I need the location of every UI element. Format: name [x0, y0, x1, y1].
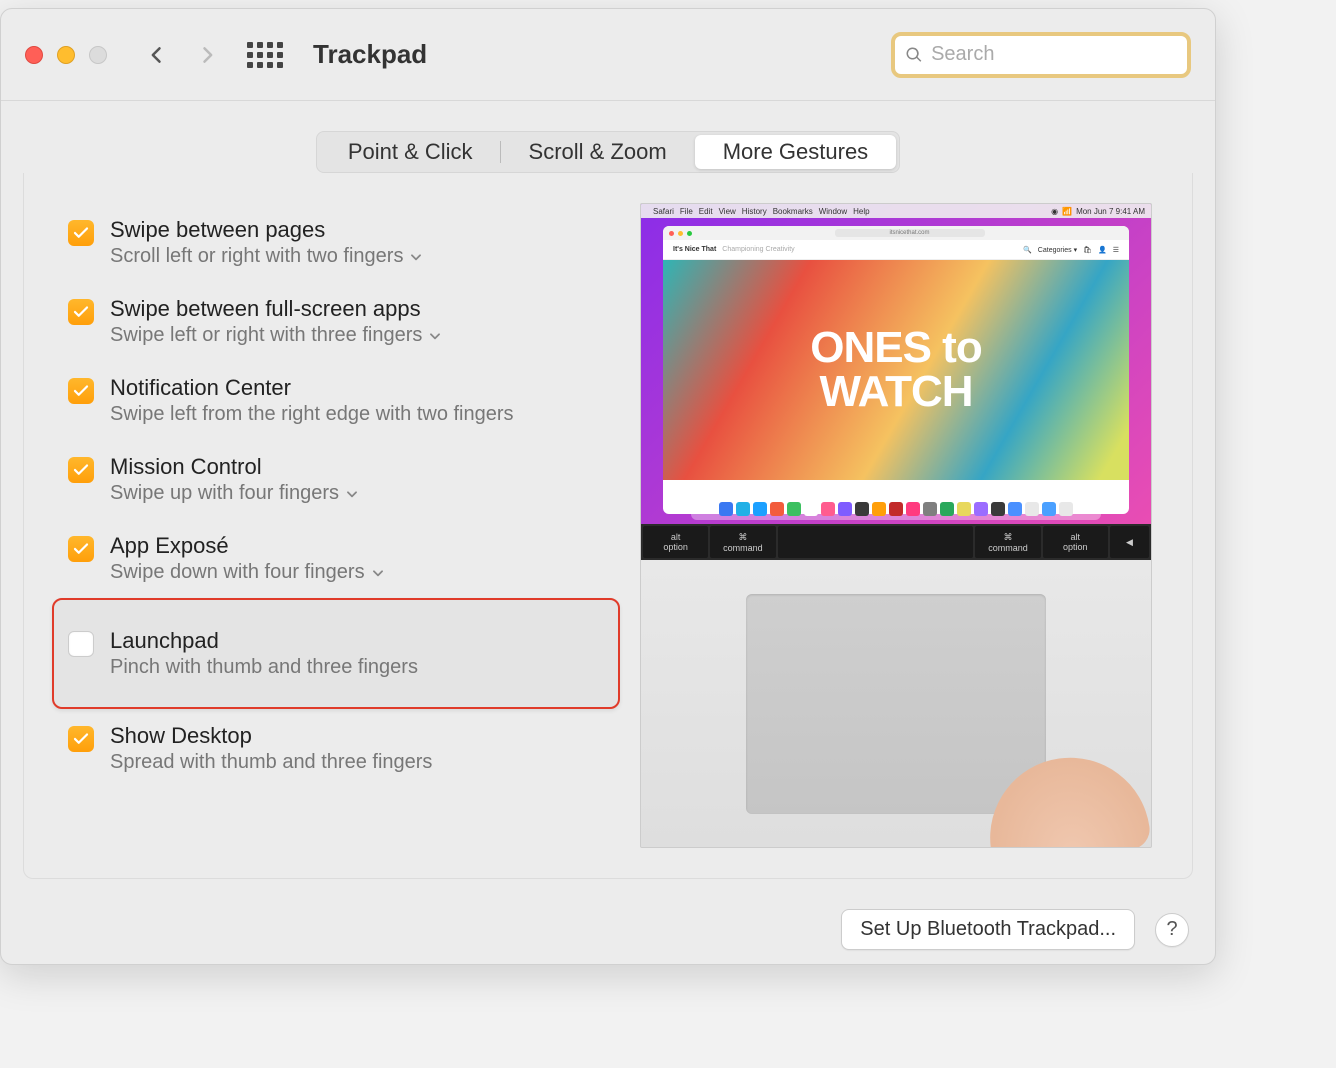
option-title: Swipe between full-screen apps — [110, 296, 600, 322]
preview-browser: itsnicethat.com It's Nice ThatChampionin… — [663, 226, 1129, 514]
key: ⌘command — [710, 526, 775, 558]
chevron-down-icon — [345, 487, 359, 501]
tab-scroll-zoom[interactable]: Scroll & Zoom — [501, 135, 695, 169]
option-title: Swipe between pages — [110, 217, 600, 243]
close-window-button[interactable] — [25, 46, 43, 64]
checkbox-swipe-fullscreen[interactable] — [68, 299, 94, 325]
tab-more-gestures[interactable]: More Gestures — [695, 135, 897, 169]
option-swipe-pages: Swipe between pages Scroll left or right… — [64, 203, 620, 282]
search-box[interactable] — [891, 32, 1191, 78]
preview-hero: ONES to WATCH — [663, 260, 1129, 480]
option-swipe-fullscreen: Swipe between full-screen apps Swipe lef… — [64, 282, 620, 361]
option-sub: Spread with thumb and three fingers — [110, 751, 600, 774]
search-icon — [905, 45, 923, 65]
preview-site-header: It's Nice ThatChampioning Creativity 🔍Ca… — [663, 240, 1129, 260]
option-sub-dropdown[interactable]: Swipe left or right with three fingers — [110, 324, 600, 347]
option-sub-label: Swipe down with four fingers — [110, 561, 365, 584]
search-input[interactable] — [931, 43, 1177, 66]
preview-menubar: SafariFileEditViewHistoryBookmarksWindow… — [641, 204, 1151, 218]
tab-point-click[interactable]: Point & Click — [320, 135, 501, 169]
key-arrow-left: ◀ — [1110, 526, 1149, 558]
option-sub-label: Scroll left or right with two fingers — [110, 245, 403, 268]
preferences-window: Trackpad Point & Click Scroll & Zoom Mor… — [0, 8, 1216, 965]
chevron-down-icon — [428, 329, 442, 343]
preview-trackpad-surface — [746, 594, 1046, 814]
chevron-down-icon — [371, 566, 385, 580]
options-list: Swipe between pages Scroll left or right… — [24, 203, 620, 848]
preview-addr: itsnicethat.com — [835, 229, 985, 237]
option-mission-control: Mission Control Swipe up with four finge… — [64, 440, 620, 519]
option-sub-dropdown[interactable]: Scroll left or right with two fingers — [110, 245, 600, 268]
checkbox-app-expose[interactable] — [68, 536, 94, 562]
checkbox-mission-control[interactable] — [68, 457, 94, 483]
option-notification-center: Notification Center Swipe left from the … — [64, 361, 620, 440]
checkbox-notification-center[interactable] — [68, 378, 94, 404]
option-title: Notification Center — [110, 375, 600, 401]
tabs-container: Point & Click Scroll & Zoom More Gesture… — [1, 101, 1215, 173]
hero-line1: ONES to — [810, 326, 981, 370]
titlebar: Trackpad — [1, 9, 1215, 101]
preview-dock — [691, 498, 1101, 520]
key: altoption — [643, 526, 708, 558]
preview-browser-chrome: itsnicethat.com — [663, 226, 1129, 240]
chevron-down-icon — [409, 250, 423, 264]
page-title: Trackpad — [313, 39, 427, 70]
option-sub-label: Swipe up with four fingers — [110, 482, 339, 505]
footer: Set Up Bluetooth Trackpad... ? — [1, 899, 1215, 950]
option-title: Show Desktop — [110, 723, 600, 749]
nav-arrows — [147, 45, 217, 65]
option-launchpad: Launchpad Pinch with thumb and three fin… — [52, 598, 620, 709]
option-sub: Swipe left from the right edge with two … — [110, 403, 600, 426]
show-all-icon[interactable] — [247, 42, 283, 68]
option-sub-label: Swipe left or right with three fingers — [110, 324, 422, 347]
preview-keyboard: altoption ⌘command ⌘command altoption ◀ — [641, 524, 1151, 560]
help-button[interactable]: ? — [1155, 913, 1189, 947]
option-app-expose: App Exposé Swipe down with four fingers — [64, 519, 620, 598]
segmented-control: Point & Click Scroll & Zoom More Gesture… — [316, 131, 900, 173]
option-title: Mission Control — [110, 454, 600, 480]
content-panel: Swipe between pages Scroll left or right… — [23, 173, 1193, 879]
checkbox-swipe-pages[interactable] — [68, 220, 94, 246]
traffic-lights — [25, 46, 107, 64]
gesture-preview: SafariFileEditViewHistoryBookmarksWindow… — [640, 203, 1152, 848]
checkbox-show-desktop[interactable] — [68, 726, 94, 752]
option-show-desktop: Show Desktop Spread with thumb and three… — [64, 709, 620, 788]
maximize-window-button[interactable] — [89, 46, 107, 64]
key: ⌘command — [975, 526, 1040, 558]
option-title: Launchpad — [110, 628, 598, 654]
bluetooth-trackpad-button[interactable]: Set Up Bluetooth Trackpad... — [841, 909, 1135, 950]
option-sub-dropdown[interactable]: Swipe down with four fingers — [110, 561, 600, 584]
key-space — [778, 526, 974, 558]
hero-line2: WATCH — [810, 370, 981, 414]
minimize-window-button[interactable] — [57, 46, 75, 64]
forward-button[interactable] — [197, 45, 217, 65]
checkbox-launchpad[interactable] — [68, 631, 94, 657]
preview-screen: SafariFileEditViewHistoryBookmarksWindow… — [641, 204, 1151, 524]
back-button[interactable] — [147, 45, 167, 65]
option-sub: Pinch with thumb and three fingers — [110, 656, 598, 679]
option-sub-dropdown[interactable]: Swipe up with four fingers — [110, 482, 600, 505]
preview-trackpad-area — [641, 560, 1151, 848]
key: altoption — [1043, 526, 1108, 558]
option-title: App Exposé — [110, 533, 600, 559]
